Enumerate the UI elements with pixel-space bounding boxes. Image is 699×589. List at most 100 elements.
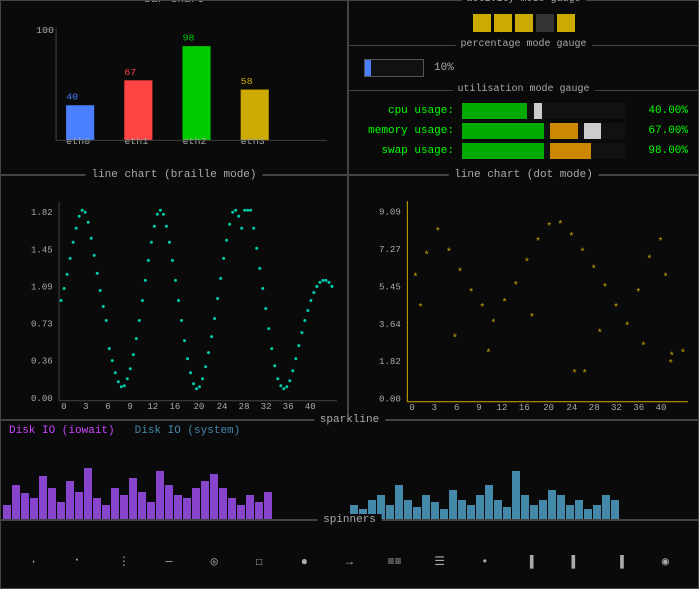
line-braille-title: line chart (braille mode) [85, 169, 262, 181]
sparkline-series2-label: Disk IO (system) [135, 425, 241, 437]
svg-text:*: * [485, 348, 491, 360]
sparkline-bar [138, 492, 146, 519]
sparkline-bar [512, 471, 520, 519]
sparkline-bar [3, 505, 11, 519]
svg-text:1.82: 1.82 [31, 207, 53, 218]
sparkline-bar [566, 505, 574, 519]
spinner-8: ≡≡ [387, 555, 403, 569]
sparkline-bar [156, 471, 164, 519]
svg-text:*: * [591, 264, 597, 276]
svg-text:*: * [668, 358, 674, 370]
svg-text:*: * [624, 321, 630, 333]
svg-text:7.27: 7.27 [379, 244, 401, 255]
sparkline-bar [521, 495, 529, 519]
svg-text:24: 24 [217, 401, 228, 412]
activity-block-5 [557, 14, 575, 32]
mem-label: memory usage: [359, 125, 454, 137]
sparkline-bar [111, 488, 119, 519]
sparkline-bar [548, 490, 556, 519]
spinner-2: ⋮ [116, 554, 132, 569]
sparkline-bar [93, 498, 101, 519]
svg-text:9: 9 [127, 401, 132, 412]
utilisation-gauge-title: utilisation mode gauge [452, 84, 594, 95]
svg-text:*: * [502, 298, 508, 310]
svg-text:*: * [446, 247, 452, 259]
sparkline-series2 [350, 471, 696, 519]
swap-value: 98.00% [633, 145, 688, 157]
line-braille-svg: 1.82 1.45 1.09 0.73 0.36 0.00 0 3 6 9 12… [31, 197, 342, 414]
svg-text:*: * [597, 328, 603, 340]
swap-bar [462, 143, 625, 159]
main-grid: bar chart 100 40 eth0 67 eth1 98 eth2 58 [0, 0, 699, 589]
svg-text:*: * [571, 368, 577, 380]
svg-text:98: 98 [182, 33, 194, 44]
sparkline-bar [147, 502, 155, 519]
bar-chart-panel: bar chart 100 40 eth0 67 eth1 98 eth2 58 [0, 0, 348, 175]
sparkline-bar [611, 500, 619, 519]
svg-text:3: 3 [83, 401, 88, 412]
svg-text:*: * [452, 333, 458, 345]
sparkline-bar [422, 495, 430, 519]
svg-text:9.09: 9.09 [379, 206, 401, 217]
sparkline-bar [66, 481, 74, 519]
svg-text:0: 0 [409, 402, 414, 413]
sparkline-bar [48, 488, 56, 519]
svg-text:*: * [680, 348, 686, 360]
svg-text:67: 67 [124, 67, 136, 78]
svg-text:0.00: 0.00 [31, 393, 53, 404]
swap-label: swap usage: [359, 145, 454, 157]
bar-chart-inner: 100 40 eth0 67 eth1 98 eth2 58 eth3 [1, 19, 347, 174]
sparkline-series1-label: Disk IO (iowait) [9, 425, 115, 437]
svg-text:1.45: 1.45 [31, 244, 53, 255]
svg-text:0: 0 [61, 401, 66, 412]
svg-text:*: * [479, 303, 485, 315]
svg-text:36: 36 [633, 402, 644, 413]
cpu-bar [462, 103, 625, 119]
mem-bar [462, 123, 625, 139]
sparkline-bar [404, 500, 412, 519]
svg-text:*: * [546, 222, 552, 234]
svg-text:28: 28 [589, 402, 600, 413]
svg-text:*: * [513, 280, 519, 292]
sparkline-bar [602, 495, 610, 519]
activity-block-1 [473, 14, 491, 32]
svg-text:*: * [582, 368, 588, 380]
svg-text:*: * [412, 272, 418, 284]
line-chart-braille-panel: line chart (braille mode) 1.82 1.45 1.09… [0, 175, 348, 420]
svg-text:*: * [424, 250, 430, 262]
svg-text:36: 36 [283, 401, 294, 412]
svg-text:16: 16 [519, 402, 530, 413]
svg-text:40: 40 [305, 401, 316, 412]
sparkline-bar [593, 505, 601, 519]
svg-text:*: * [490, 318, 496, 330]
sparkline-bar [386, 505, 394, 519]
svg-text:*: * [646, 254, 652, 266]
spinner-7: → [341, 555, 357, 569]
svg-text:1.09: 1.09 [31, 281, 53, 292]
spinner-14: ◉ [657, 554, 673, 569]
spinner-9: ☰ [432, 554, 448, 569]
svg-text:28: 28 [239, 401, 250, 412]
sparkline-panel: sparkline Disk IO (iowait) Disk IO (syst… [0, 420, 699, 520]
svg-text:40: 40 [656, 402, 667, 413]
svg-text:*: * [457, 267, 463, 279]
mem-value: 67.00% [633, 125, 688, 137]
sparkline-bar [75, 492, 83, 519]
svg-text:*: * [529, 313, 535, 325]
sparkline-bar [539, 500, 547, 519]
spinners-title: spinners [317, 514, 382, 526]
svg-text:1.82: 1.82 [379, 356, 401, 367]
sparkline-bar [192, 488, 200, 519]
spinner-5: ☐ [251, 554, 267, 569]
sparkline-bar [431, 502, 439, 519]
sparkline-bar [413, 507, 421, 519]
sparkline-series1 [3, 468, 349, 519]
pct-bar-fill [365, 60, 371, 76]
sparkline-bar [57, 502, 65, 519]
memory-row: memory usage: 67.00% [359, 123, 688, 139]
sparkline-bar [165, 485, 173, 519]
sparkline-bar [476, 495, 484, 519]
svg-text:*: * [557, 220, 563, 232]
sparkline-bar [21, 493, 29, 519]
sparkline-bar [503, 507, 511, 519]
